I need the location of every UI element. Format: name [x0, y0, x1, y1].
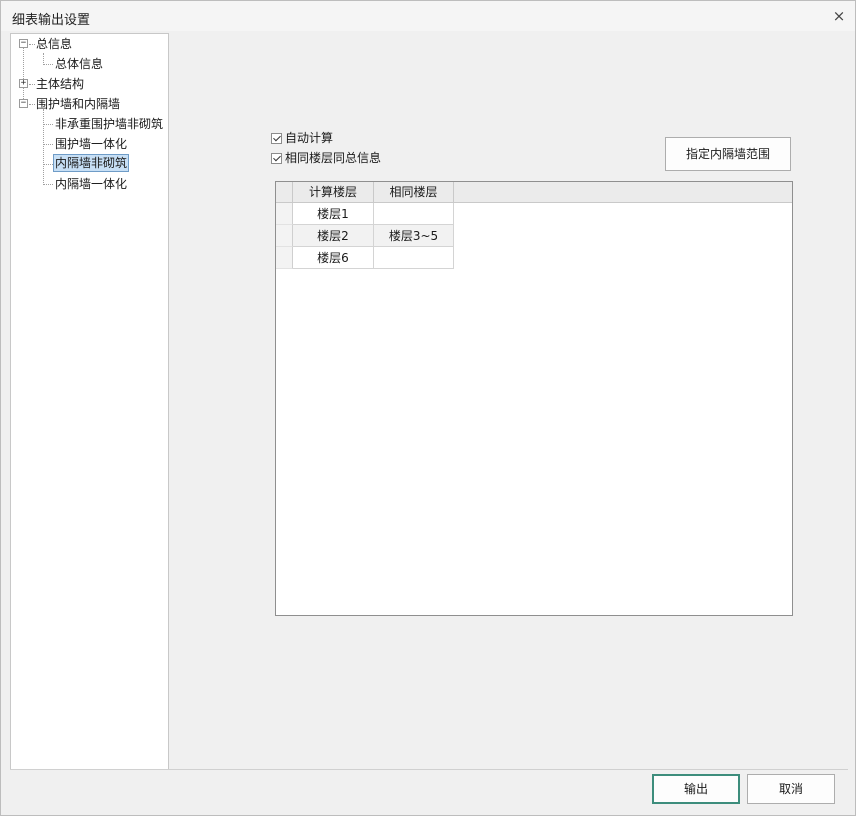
settings-tree: − 总信息 总体信息 + 主体结构 − 围护墙和内隔墙 非承重围护墙非砌筑 围护	[10, 33, 169, 770]
cell-calc-floor[interactable]: 楼层2	[293, 225, 374, 247]
row-header[interactable]	[276, 225, 293, 247]
footer-divider	[10, 769, 848, 770]
tree-label-walls: 围护墙和内隔墙	[36, 97, 121, 111]
tree-node-main-structure[interactable]: + 主体结构	[19, 75, 159, 93]
output-button[interactable]: 输出	[652, 774, 740, 804]
checkbox-checked-icon[interactable]	[271, 132, 282, 144]
collapse-icon[interactable]: −	[19, 99, 28, 108]
checkbox-checked-icon[interactable]	[271, 152, 282, 164]
row-header[interactable]	[276, 203, 293, 225]
cell-same-floor[interactable]	[374, 247, 454, 269]
set-partition-range-button[interactable]: 指定内隔墙范围	[665, 137, 791, 171]
auto-calc-checkbox[interactable]: 自动计算	[271, 130, 333, 146]
cell-calc-floor[interactable]: 楼层1	[293, 203, 374, 225]
title-bar: 细表输出设置 ×	[1, 1, 855, 31]
cell-calc-floor[interactable]: 楼层6	[293, 247, 374, 269]
grid-header: 计算楼层 相同楼层	[276, 182, 792, 203]
tree-label-general-info: 总体信息	[55, 57, 104, 71]
row-header[interactable]	[276, 247, 293, 269]
tree-node-nonbearing-wall[interactable]: 非承重围护墙非砌筑	[35, 115, 165, 133]
grid-corner	[276, 182, 293, 202]
tree-node-general-info[interactable]: 总体信息	[35, 55, 155, 73]
cancel-button[interactable]: 取消	[747, 774, 835, 804]
dialog-title: 细表输出设置	[12, 13, 91, 28]
cell-same-floor[interactable]	[374, 203, 454, 225]
tree-label-nonbearing-wall: 非承重围护墙非砌筑	[55, 117, 164, 131]
column-header-same-floor[interactable]: 相同楼层	[374, 182, 454, 202]
cell-same-floor[interactable]: 楼层3~5	[374, 225, 454, 247]
tree-label-partition-integrated: 内隔墙一体化	[55, 177, 128, 191]
tree-node-walls[interactable]: − 围护墙和内隔墙	[19, 95, 159, 113]
tree-label-enclosure-integrated: 围护墙一体化	[55, 137, 128, 151]
close-icon[interactable]: ×	[829, 6, 849, 26]
tree-node-general[interactable]: − 总信息	[19, 35, 159, 53]
tree-node-partition-nonmasonry[interactable]: 内隔墙非砌筑	[35, 154, 165, 173]
tree-label-partition-nonmasonry: 内隔墙非砌筑	[53, 154, 130, 172]
tree-node-enclosure-integrated[interactable]: 围护墙一体化	[35, 135, 165, 153]
same-floor-checkbox[interactable]: 相同楼层同总信息	[271, 150, 381, 166]
dialog-window: 细表输出设置 × − 总信息 总体信息 + 主体结构 − 围护墙和内隔墙 非承重…	[0, 0, 856, 816]
tree-label-general: 总信息	[36, 37, 73, 51]
floor-grid: 计算楼层 相同楼层 楼层1 楼层2 楼层3~5 楼层6	[275, 181, 793, 616]
expand-icon[interactable]: +	[19, 79, 28, 88]
column-header-calc-floor[interactable]: 计算楼层	[293, 182, 374, 202]
tree-label-main-structure: 主体结构	[36, 77, 85, 91]
collapse-icon[interactable]: −	[19, 39, 28, 48]
tree-node-partition-integrated[interactable]: 内隔墙一体化	[35, 175, 165, 193]
auto-calc-label: 自动计算	[285, 131, 334, 145]
same-floor-label: 相同楼层同总信息	[285, 151, 382, 165]
